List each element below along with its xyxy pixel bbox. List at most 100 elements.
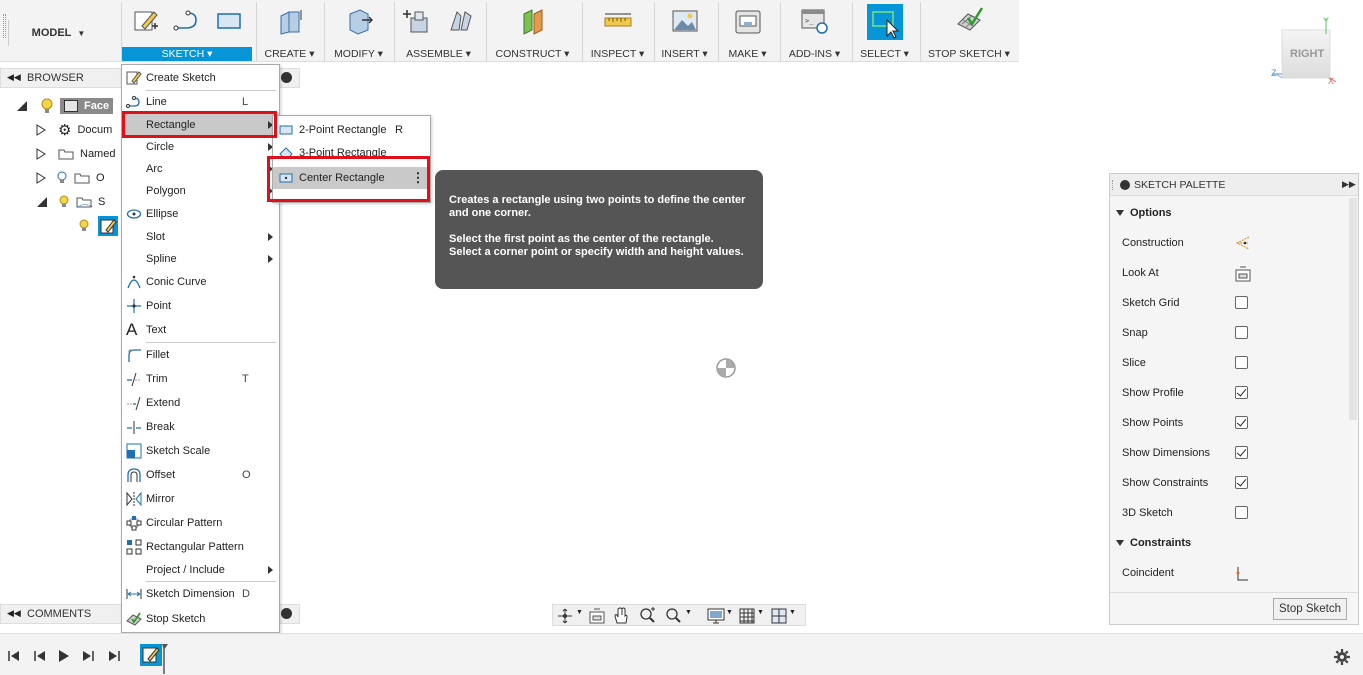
sketch-grid-checkbox[interactable] <box>1235 296 1248 309</box>
palette-grip[interactable] <box>1112 180 1115 190</box>
step-forward-icon[interactable] <box>82 650 96 662</box>
menu-extend[interactable]: Extend <box>122 392 279 414</box>
submenu-2-point-rectangle[interactable]: 2-Point Rectangle R <box>273 119 430 141</box>
slice-checkbox[interactable] <box>1235 356 1248 369</box>
fit-icon[interactable] <box>665 607 682 624</box>
menu-circular-pattern[interactable]: Circular Pattern <box>122 512 279 534</box>
show-profile-checkbox[interactable] <box>1235 386 1248 399</box>
tree-row-root[interactable]: Face <box>16 96 114 116</box>
menu-point[interactable]: Point <box>122 295 279 317</box>
menu-break[interactable]: Break <box>122 416 279 438</box>
look-at-icon[interactable] <box>1235 266 1251 282</box>
active-sketch-icon[interactable] <box>98 216 118 236</box>
viewcube-face-label[interactable]: RIGHT <box>1290 48 1324 60</box>
3d-print-icon[interactable] <box>733 6 763 36</box>
show-constraints-checkbox[interactable] <box>1235 476 1248 489</box>
measure-icon[interactable] <box>603 6 633 36</box>
joint-icon[interactable] <box>445 6 475 36</box>
scripts-icon[interactable]: >_ <box>800 6 830 36</box>
stop-sketch-group-label[interactable]: STOP SKETCH ▾ <box>921 47 1017 61</box>
assemble-group-label[interactable]: ASSEMBLE ▾ <box>395 47 482 61</box>
menu-mirror[interactable]: Mirror <box>122 488 279 510</box>
toolbar-grip[interactable] <box>3 14 6 38</box>
root-component[interactable]: Face <box>60 98 114 114</box>
insert-group-label[interactable]: INSERT ▾ <box>655 47 714 61</box>
make-group-label[interactable]: MAKE ▾ <box>719 47 776 61</box>
workspace-switcher[interactable]: MODEL ▼ <box>8 20 108 46</box>
expand-palette-icon[interactable]: ▶▶ <box>1342 179 1356 190</box>
menu-fillet[interactable]: Fillet <box>122 344 279 366</box>
menu-ellipse[interactable]: Ellipse <box>122 203 279 225</box>
caret-down-icon[interactable]: ▼ <box>726 609 733 616</box>
expand-arrow-icon[interactable] <box>36 148 46 160</box>
menu-stop-sketch[interactable]: Stop Sketch <box>122 608 279 630</box>
select-group-label[interactable]: SELECT ▾ <box>853 47 916 61</box>
collapse-icon[interactable]: ◀◀ <box>7 608 21 619</box>
inspect-group-label[interactable]: INSPECT ▾ <box>583 47 652 61</box>
line-tool-icon[interactable] <box>172 6 202 36</box>
palette-close-icon[interactable] <box>1120 180 1130 190</box>
show-dimensions-checkbox[interactable] <box>1235 446 1248 459</box>
caret-down-icon[interactable]: ▼ <box>757 609 764 616</box>
addins-group-label[interactable]: ADD-INS ▾ <box>781 47 848 61</box>
rectangle-tool-icon[interactable] <box>214 6 244 36</box>
new-component-icon[interactable] <box>402 6 433 36</box>
modify-group-label[interactable]: MODIFY ▾ <box>325 47 392 61</box>
coincident-icon[interactable] <box>1235 566 1249 582</box>
palette-scrollbar[interactable] <box>1349 198 1357 420</box>
stop-sketch-button[interactable]: Stop Sketch <box>1273 598 1347 620</box>
display-settings-icon[interactable] <box>707 608 725 624</box>
pin-icon[interactable] <box>281 72 292 83</box>
menu-conic-curve[interactable]: Conic Curve <box>122 271 279 293</box>
options-section-header[interactable]: Options <box>1116 207 1172 219</box>
menu-polygon[interactable]: Polygon <box>122 180 279 202</box>
lightbulb-icon[interactable] <box>40 98 54 114</box>
collapse-icon[interactable]: ◀◀ <box>7 72 21 83</box>
tree-row-sketches[interactable]: S <box>36 192 105 212</box>
construction-toggle-icon[interactable] <box>1235 236 1251 250</box>
caret-down-icon[interactable]: ▼ <box>576 609 583 616</box>
play-icon[interactable] <box>58 649 70 663</box>
lightbulb-off-icon[interactable] <box>56 171 68 185</box>
lightbulb-icon[interactable] <box>78 219 90 233</box>
menu-line[interactable]: Line L <box>122 91 279 113</box>
palette-header[interactable]: SKETCH PALETTE ▶▶ <box>1110 174 1358 196</box>
viewports-icon[interactable] <box>771 608 787 624</box>
select-icon[interactable] <box>866 4 903 40</box>
tree-row-document-settings[interactable]: ⚙ Docum <box>36 120 112 140</box>
menu-arc[interactable]: Arc <box>122 158 279 180</box>
tree-row-named-views[interactable]: Named <box>36 144 115 164</box>
offset-plane-icon[interactable] <box>518 6 548 36</box>
menu-offset[interactable]: Offset O <box>122 464 279 486</box>
create-group-label[interactable]: CREATE ▾ <box>257 47 322 61</box>
step-back-icon[interactable] <box>32 650 46 662</box>
go-to-end-icon[interactable] <box>108 650 120 662</box>
submenu-3-point-rectangle[interactable]: 3-Point Rectangle <box>273 143 430 157</box>
menu-project-include[interactable]: Project / Include <box>122 559 279 581</box>
create-sketch-icon[interactable] <box>130 6 160 36</box>
menu-trim[interactable]: Trim T <box>122 368 279 390</box>
viewcube[interactable]: RIGHT Y Z X <box>1268 16 1348 86</box>
menu-sketch-scale[interactable]: Sketch Scale <box>122 440 279 462</box>
snap-checkbox[interactable] <box>1235 326 1248 339</box>
3d-sketch-checkbox[interactable] <box>1235 506 1248 519</box>
show-points-checkbox[interactable] <box>1235 416 1248 429</box>
zoom-icon[interactable] <box>639 607 656 624</box>
menu-text[interactable]: A Text <box>122 319 279 341</box>
tree-row-sketch1[interactable] <box>78 216 118 236</box>
menu-sketch-dimension[interactable]: Sketch Dimension D <box>122 583 279 605</box>
lightbulb-icon[interactable] <box>58 195 70 209</box>
expand-triangle-icon[interactable] <box>36 196 48 208</box>
caret-down-icon[interactable]: ▼ <box>685 609 692 616</box>
expand-arrow-icon[interactable] <box>36 124 46 136</box>
insert-image-icon[interactable] <box>670 6 700 36</box>
go-to-start-icon[interactable] <box>8 650 20 662</box>
menu-rectangular-pattern[interactable]: Rectangular Pattern <box>122 536 279 558</box>
construct-group-label[interactable]: CONSTRUCT ▾ <box>487 47 578 61</box>
constraints-section-header[interactable]: Constraints <box>1116 537 1191 549</box>
timeline-sketch-feature-icon[interactable] <box>140 644 170 674</box>
expand-triangle-icon[interactable] <box>16 100 28 112</box>
add-comment-icon[interactable] <box>281 608 292 619</box>
sketch-group-label[interactable]: SKETCH ▾ <box>122 47 252 61</box>
look-at-icon[interactable] <box>589 608 605 624</box>
